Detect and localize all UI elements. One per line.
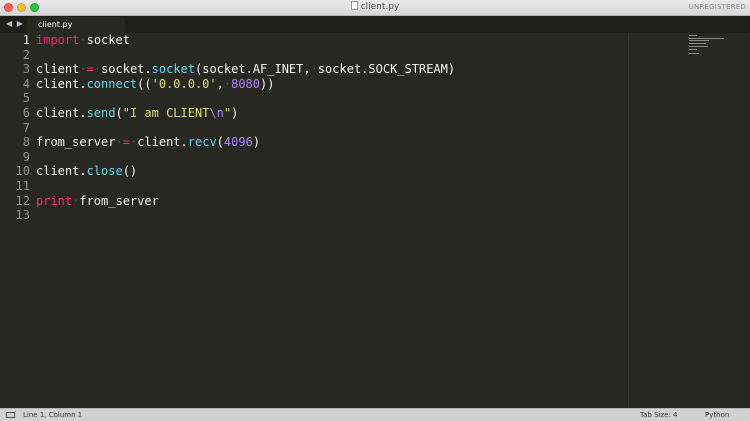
document-icon [350,1,358,10]
minimap-line [689,35,697,36]
tab-navigation-arrows-icon[interactable]: ◀ ▶ [6,19,24,28]
code-line[interactable]: client.send("I am CLIENT\n") [36,106,628,121]
minimap-line [689,49,698,51]
tab-label: client.py [38,20,73,29]
panel-toggle-icon[interactable] [6,412,15,418]
minimap-line [689,43,706,44]
window-title-text: client.py [360,2,400,12]
code-editor[interactable]: 12345678910111213 import·socket​client·=… [0,33,628,408]
window-title: client.py [0,1,750,14]
code-line[interactable]: ​ [36,121,628,136]
line-number: 1 [22,33,30,47]
line-number: 8 [22,135,30,150]
code-line[interactable]: print·from_server [36,194,628,209]
code-line[interactable]: ​ [36,91,628,106]
tab-bar: ◀ ▶ client.py [0,16,750,33]
tab-client-py[interactable]: client.py [27,17,125,33]
code-line[interactable]: from_server·=·client.recv(4096) [36,135,628,150]
code-line[interactable]: ​ [36,208,628,223]
line-number: 12 [15,193,30,208]
line-number: 6 [22,105,30,120]
line-number: 9 [22,149,30,164]
line-number: 7 [22,120,30,135]
code-area[interactable]: import·socket​client·=·socket.socket(soc… [36,33,628,223]
code-line[interactable]: ​ [36,179,628,194]
line-number: 5 [22,91,30,106]
code-line[interactable]: client·=·socket.socket(socket.AF_INET,·s… [36,62,628,77]
code-line[interactable]: ​ [36,150,628,165]
minimap-line [689,39,709,41]
line-number: 2 [22,47,30,62]
minimap[interactable] [628,33,750,408]
line-number: 3 [22,62,30,77]
status-bar: Line 1, Column 1 Tab Size: 4 Python [0,408,750,421]
line-number-gutter: 1 2 3 4 5 6 7 8 9 10 11 12 13 [0,33,30,223]
title-bar: client.py UNREGISTERED [0,0,750,16]
code-line[interactable]: client.close() [36,164,628,179]
syntax-selector[interactable]: Python [705,411,729,419]
line-number: 13 [15,208,30,223]
minimap-line [689,46,708,48]
license-status: UNREGISTERED [688,3,746,11]
minimap-line [689,52,700,54]
code-line[interactable]: import·socket [36,33,628,48]
code-line[interactable]: ​ [36,48,628,63]
line-number: 4 [22,76,30,91]
line-number: 10 [15,164,30,179]
code-line[interactable]: client.connect(('0.0.0.0',·8080)) [36,77,628,92]
cursor-position: Line 1, Column 1 [23,411,83,419]
tab-size-selector[interactable]: Tab Size: 4 [640,411,677,419]
line-number: 11 [15,178,30,193]
